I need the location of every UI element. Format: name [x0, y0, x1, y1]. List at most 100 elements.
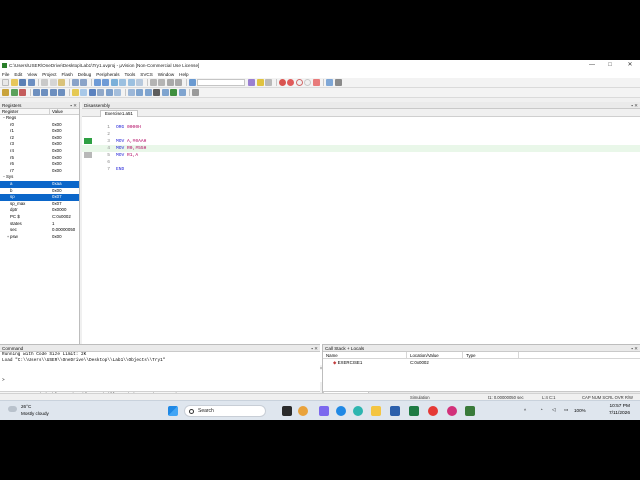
menu-peripherals[interactable]: Peripherals: [96, 72, 119, 77]
registers-window-icon[interactable]: [105, 89, 113, 96]
find-combo[interactable]: [197, 79, 245, 86]
register-value[interactable]: 0x00: [50, 188, 62, 195]
replace-icon[interactable]: [265, 79, 272, 86]
register-value[interactable]: 0x00: [50, 161, 62, 168]
incremental-find-icon[interactable]: [256, 79, 264, 86]
panel-pin-close-icon[interactable]: ▪ ✕: [70, 102, 77, 109]
column-value[interactable]: Value: [50, 109, 63, 114]
menu-project[interactable]: Project: [42, 72, 56, 77]
excel-icon[interactable]: [409, 406, 419, 416]
register-row[interactable]: states 1: [0, 221, 79, 228]
register-value[interactable]: 0x00: [50, 168, 62, 175]
menu-tools[interactable]: Tools: [125, 72, 136, 77]
indent-icon[interactable]: [149, 79, 157, 86]
editor-tab-exercise1[interactable]: Exercise1.a51: [100, 110, 138, 117]
serial-windows-icon[interactable]: [144, 89, 152, 96]
register-row[interactable]: r0 0x00: [0, 122, 79, 129]
register-value[interactable]: 0x00: [50, 234, 62, 241]
show-next-statement-icon[interactable]: [71, 89, 79, 96]
menu-file[interactable]: File: [2, 72, 9, 77]
register-row[interactable]: dptr 0x0000: [0, 207, 79, 214]
next-bookmark-icon[interactable]: [127, 79, 135, 86]
register-row[interactable]: sp 0x07: [0, 194, 79, 201]
analysis-windows-icon[interactable]: [153, 89, 160, 96]
battery-icon[interactable]: ▭: [564, 407, 568, 413]
uvision-taskbar-icon[interactable]: [465, 406, 475, 416]
column-register[interactable]: Register: [0, 109, 50, 114]
menu-window[interactable]: Window: [158, 72, 174, 77]
step-over-icon[interactable]: [41, 89, 48, 96]
register-row[interactable]: b 0x00: [0, 188, 79, 195]
code-line[interactable]: 5 MOV R1,A: [82, 152, 640, 159]
callstack-row[interactable]: ◆ EXERCISE1 C:0x0002: [323, 359, 640, 366]
disable-breakpoint-icon[interactable]: [295, 79, 303, 86]
register-value[interactable]: 0x00: [50, 141, 62, 148]
panel-pin-close-icon[interactable]: ▪ ✕: [311, 345, 318, 352]
register-value[interactable]: 0x07: [50, 201, 62, 208]
register-value[interactable]: 0x00: [50, 148, 62, 155]
register-value[interactable]: 1: [50, 221, 54, 228]
column-type[interactable]: Type: [463, 352, 519, 358]
register-value[interactable]: C:0x0002: [50, 214, 71, 221]
teams-icon[interactable]: [319, 406, 329, 416]
column-name[interactable]: Name: [323, 352, 407, 358]
kill-all-breakpoints-icon[interactable]: [312, 79, 320, 86]
clear-bookmarks-icon[interactable]: [136, 79, 143, 86]
register-row[interactable]: r4 0x00: [0, 148, 79, 155]
system-viewer-icon[interactable]: [170, 89, 177, 96]
register-row[interactable]: +psw 0x00: [0, 234, 79, 241]
menu-edit[interactable]: Edit: [14, 72, 22, 77]
column-location[interactable]: Location/Value: [407, 352, 463, 358]
run-to-cursor-icon[interactable]: [58, 89, 65, 96]
register-value[interactable]: [50, 174, 52, 181]
menu-debug[interactable]: Debug: [78, 72, 92, 77]
disassembly-window-icon[interactable]: [88, 89, 96, 96]
new-file-icon[interactable]: [2, 79, 9, 86]
window-layout-icon[interactable]: [326, 79, 333, 86]
open-folder-icon[interactable]: [10, 79, 18, 86]
nav-back-icon[interactable]: [93, 79, 101, 86]
memory-windows-icon[interactable]: [136, 89, 143, 96]
command-window-icon[interactable]: [80, 89, 87, 96]
code-line[interactable]: 4 MOV R0,#55H: [82, 145, 640, 152]
prev-bookmark-icon[interactable]: [119, 79, 126, 86]
register-row[interactable]: −Sys: [0, 174, 79, 181]
menu-view[interactable]: View: [27, 72, 37, 77]
task-view-icon[interactable]: [282, 406, 292, 416]
bookmark-icon[interactable]: [110, 79, 118, 86]
breakpoint-icon[interactable]: [287, 79, 294, 86]
close-button[interactable]: ✕: [622, 60, 638, 70]
register-value[interactable]: 0x00: [50, 155, 62, 162]
reset-cpu-icon[interactable]: [2, 89, 9, 96]
taskbar-clock[interactable]: 10:57 PM 7/11/2026: [598, 404, 630, 417]
register-row[interactable]: r1 0x00: [0, 128, 79, 135]
register-value[interactable]: [50, 115, 52, 122]
edge-icon[interactable]: [336, 406, 346, 416]
menu-svcs[interactable]: SVCS: [140, 72, 153, 77]
register-value[interactable]: 0.00000050: [50, 227, 75, 234]
register-value[interactable]: 0x00: [50, 122, 62, 129]
taskbar-search[interactable]: Search: [184, 405, 266, 417]
debug-settings-icon[interactable]: [192, 89, 199, 96]
step-out-icon[interactable]: [49, 89, 57, 96]
step-into-icon[interactable]: [32, 89, 40, 96]
uncomment-icon[interactable]: [175, 79, 182, 86]
register-value[interactable]: 0x00: [50, 128, 62, 135]
code-editor[interactable]: 1 ORG 0000H 2 3 MOV A,#0AAH 4 MOV R0,#55H 5 MOV …: [82, 118, 640, 372]
chrome-icon[interactable]: [428, 406, 438, 416]
register-row[interactable]: r3 0x00: [0, 141, 79, 148]
file-explorer-icon[interactable]: [371, 406, 381, 416]
edge-dev-icon[interactable]: [353, 406, 363, 416]
register-value[interactable]: 0x07: [50, 194, 62, 201]
register-row[interactable]: −Regs: [0, 115, 79, 122]
register-row[interactable]: sp_max 0x07: [0, 201, 79, 208]
find-icon[interactable]: [248, 79, 255, 86]
speaker-icon[interactable]: ◁: [552, 407, 556, 413]
wifi-icon[interactable]: ◔: [540, 407, 543, 412]
register-row[interactable]: r6 0x00: [0, 161, 79, 168]
windows-start-icon[interactable]: [168, 406, 178, 416]
code-line[interactable]: 2: [82, 131, 640, 138]
panel-pin-close-icon[interactable]: ▪ ✕: [631, 102, 638, 109]
tray-chevron-icon[interactable]: ^: [524, 408, 526, 413]
photos-icon[interactable]: [447, 406, 457, 416]
